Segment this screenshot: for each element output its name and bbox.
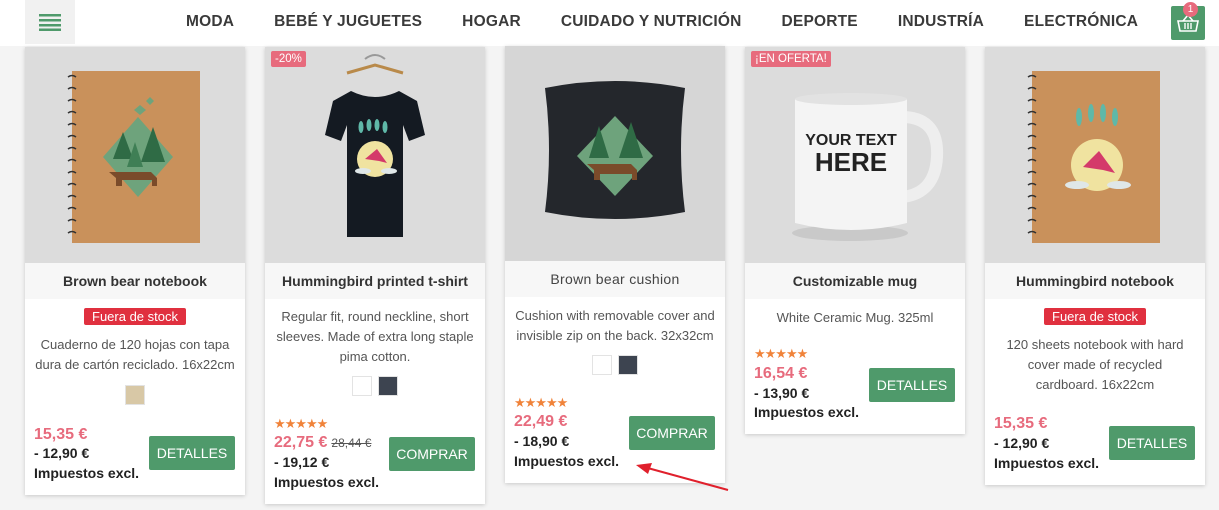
product-card-brown-bear-notebook: Brown bear notebook Fuera de stock Cuade… xyxy=(25,47,245,495)
price-excl-tax: - 13,90 € xyxy=(754,385,810,401)
product-image[interactable] xyxy=(25,47,245,263)
hamburger-icon xyxy=(39,14,61,31)
product-price: 15,35 € xyxy=(994,415,1048,432)
product-price: 22,75 €28,44 € xyxy=(274,434,371,452)
color-swatch[interactable] xyxy=(125,385,145,405)
cart-button[interactable]: 1 xyxy=(1171,2,1205,40)
tax-label: Impuestos excl. xyxy=(514,453,620,469)
color-swatches xyxy=(265,376,485,396)
product-image[interactable] xyxy=(505,46,725,261)
color-swatch-dark[interactable] xyxy=(618,355,638,375)
cushion-image xyxy=(505,46,725,261)
tax-label: Impuestos excl. xyxy=(994,455,1100,471)
details-button[interactable]: DETALLES xyxy=(149,436,235,470)
product-description: White Ceramic Mug. 325ml xyxy=(776,310,934,325)
product-title[interactable]: Hummingbird printed t-shirt xyxy=(265,263,485,299)
rating-stars: ★★★★★ xyxy=(754,346,808,361)
top-navbar: MODA BEBÉ Y JUGUETES HOGAR CUIDADO Y NUT… xyxy=(0,0,1219,46)
nav-item-cuidado-y-nutricion[interactable]: CUIDADO Y NUTRICIÓN xyxy=(561,13,742,31)
product-image[interactable]: -20% xyxy=(265,47,485,263)
product-title[interactable]: Customizable mug xyxy=(745,263,965,299)
old-price: 28,44 € xyxy=(331,436,372,450)
product-card-customizable-mug: YOUR TEXT HERE ¡EN OFERTA! Customizable … xyxy=(745,47,965,434)
product-title[interactable]: Brown bear notebook xyxy=(25,263,245,299)
rating-stars: ★★★★★ xyxy=(274,416,328,431)
product-image[interactable]: YOUR TEXT HERE ¡EN OFERTA! xyxy=(745,47,965,263)
nav-item-hogar[interactable]: HOGAR xyxy=(462,13,521,31)
product-description: Regular fit, round neckline, short sleev… xyxy=(276,309,474,364)
buy-button[interactable]: COMPRAR xyxy=(389,437,475,471)
product-image[interactable] xyxy=(985,47,1205,263)
product-price: 15,35 € xyxy=(34,426,88,443)
product-card-hummingbird-notebook: Hummingbird notebook Fuera de stock 120 … xyxy=(985,47,1205,485)
price-excl-tax: - 18,90 € xyxy=(514,433,570,449)
notebook-bear-image xyxy=(67,71,200,243)
details-button[interactable]: DETALLES xyxy=(869,368,955,402)
nav-item-moda[interactable]: MODA xyxy=(186,13,234,31)
color-swatch-white[interactable] xyxy=(592,355,612,375)
color-swatches xyxy=(505,355,725,375)
tax-label: Impuestos excl. xyxy=(34,465,140,481)
mug-image: YOUR TEXT HERE xyxy=(792,93,944,241)
price-excl-tax: - 12,90 € xyxy=(34,445,90,461)
product-card-brown-bear-cushion: Brown bear cushion Cushion with removabl… xyxy=(505,46,725,483)
product-price: 16,54 € xyxy=(754,365,808,382)
product-title[interactable]: Hummingbird notebook xyxy=(985,263,1205,299)
category-nav: MODA BEBÉ Y JUGUETES HOGAR CUIDADO Y NUT… xyxy=(166,0,1158,44)
product-description: Cushion with removable cover and invisib… xyxy=(515,308,715,343)
out-of-stock-badge: Fuera de stock xyxy=(1044,308,1146,325)
color-swatch-dark[interactable] xyxy=(378,376,398,396)
product-description: Cuaderno de 120 hojas con tapa dura de c… xyxy=(35,337,235,372)
tax-label: Impuestos excl. xyxy=(274,474,380,490)
on-sale-badge: ¡EN OFERTA! xyxy=(751,51,831,67)
out-of-stock-badge: Fuera de stock xyxy=(84,308,186,325)
nav-item-deporte[interactable]: DEPORTE xyxy=(782,13,858,31)
nav-item-industria[interactable]: INDUSTRÍA xyxy=(898,13,984,31)
tax-label: Impuestos excl. xyxy=(754,404,860,420)
details-button[interactable]: DETALLES xyxy=(1109,426,1195,460)
product-title[interactable]: Brown bear cushion xyxy=(505,261,725,297)
price-excl-tax: - 12,90 € xyxy=(994,435,1050,451)
nav-item-electronica[interactable]: ELECTRÓNICA xyxy=(1024,13,1138,31)
color-swatches xyxy=(25,385,245,405)
svg-text:HERE: HERE xyxy=(815,147,887,177)
product-card-hummingbird-tshirt: -20% Hummingbird printed t-shirt Regular… xyxy=(265,47,485,504)
nav-item-bebe-y-juguetes[interactable]: BEBÉ Y JUGUETES xyxy=(274,13,422,31)
product-description: 120 sheets notebook with hard cover made… xyxy=(1006,337,1184,392)
current-price: 22,75 € xyxy=(274,434,328,451)
buy-button[interactable]: COMPRAR xyxy=(629,416,715,450)
color-swatch-white[interactable] xyxy=(352,376,372,396)
product-price: 22,49 € xyxy=(514,413,568,430)
cart-count-badge: 1 xyxy=(1183,2,1198,17)
menu-button[interactable] xyxy=(25,0,75,44)
rating-stars: ★★★★★ xyxy=(514,395,568,410)
notebook-hummingbird-image xyxy=(1027,71,1160,243)
discount-badge: -20% xyxy=(271,51,306,67)
price-excl-tax: - 19,12 € xyxy=(274,454,330,470)
tshirt-image xyxy=(325,54,425,237)
